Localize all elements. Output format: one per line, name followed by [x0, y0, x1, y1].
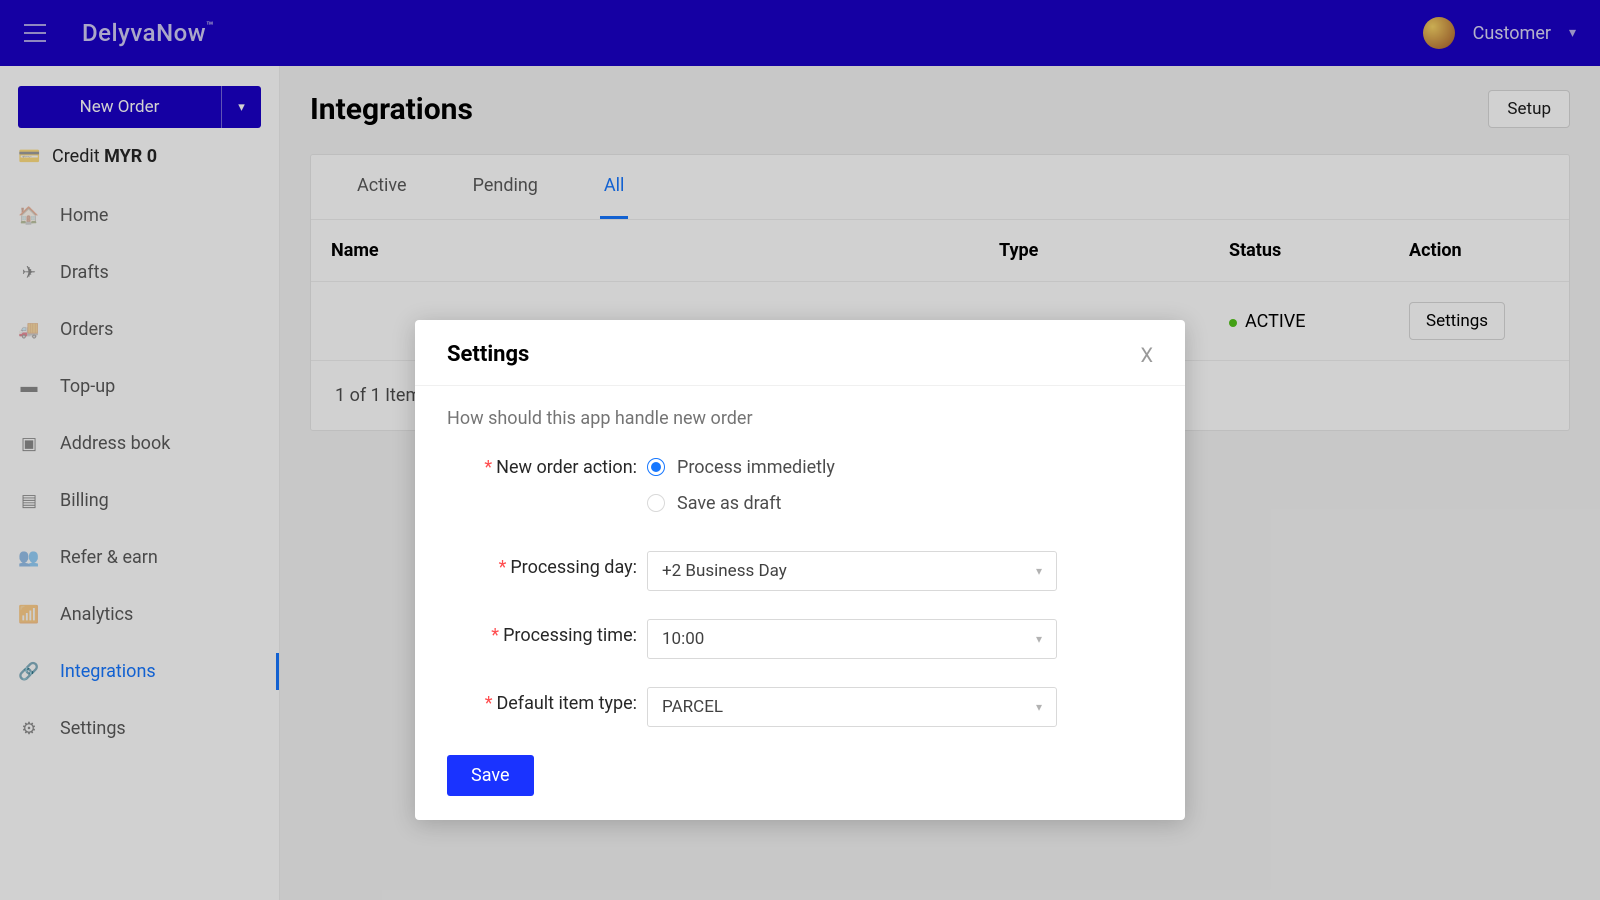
modal-title: Settings [447, 342, 529, 367]
modal-overlay[interactable]: Settings X How should this app handle ne… [0, 0, 1600, 900]
chevron-down-icon: ▾ [1036, 632, 1042, 646]
settings-modal: Settings X How should this app handle ne… [415, 320, 1185, 820]
label-new-order-action: New order action [496, 457, 633, 478]
save-button[interactable]: Save [447, 755, 534, 796]
radio-process-immediately[interactable]: Process immedietly [647, 451, 1153, 483]
label-processing-day: Processing day [510, 557, 632, 578]
label-default-item-type: Default item type [496, 693, 632, 714]
select-value: +2 Business Day [662, 561, 787, 581]
select-default-item-type[interactable]: PARCEL ▾ [647, 687, 1057, 727]
radio-label: Save as draft [677, 493, 781, 514]
radio-icon-selected [647, 458, 665, 476]
select-processing-time[interactable]: 10:00 ▾ [647, 619, 1057, 659]
select-processing-day[interactable]: +2 Business Day ▾ [647, 551, 1057, 591]
modal-subtitle: How should this app handle new order [447, 408, 1153, 429]
radio-label: Process immedietly [677, 457, 835, 478]
close-icon[interactable]: X [1140, 343, 1153, 367]
select-value: 10:00 [662, 629, 704, 649]
select-value: PARCEL [662, 697, 723, 717]
chevron-down-icon: ▾ [1036, 564, 1042, 578]
label-processing-time: Processing time [503, 625, 633, 646]
chevron-down-icon: ▾ [1036, 700, 1042, 714]
radio-save-as-draft[interactable]: Save as draft [647, 487, 1153, 519]
radio-icon-unselected [647, 494, 665, 512]
